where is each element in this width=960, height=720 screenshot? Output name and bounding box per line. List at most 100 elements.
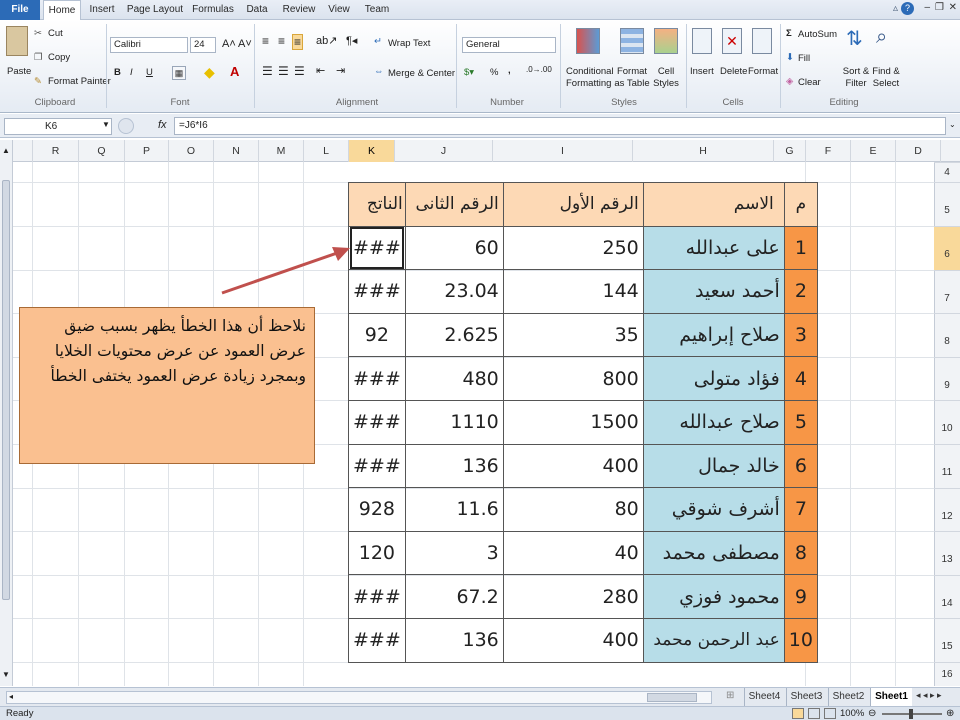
orientation-icon[interactable]: ab↗ [316,34,337,47]
first-number-cell[interactable]: 35 [502,312,644,358]
row-header-14[interactable]: 14 [934,575,960,618]
align-center-icon[interactable]: ☰ [278,64,289,78]
tab-review[interactable]: Review [280,0,318,20]
decrease-indent-icon[interactable]: ⇤ [316,64,325,77]
increase-indent-icon[interactable]: ⇥ [336,64,345,77]
font-size-select[interactable]: 24 [190,37,216,53]
second-number-cell[interactable]: 67.2 [404,574,504,619]
expand-formula-bar-icon[interactable]: ⌄ [949,120,956,129]
row-header-12[interactable]: 12 [934,488,960,531]
minimize-ribbon-icon[interactable]: ▵ [893,3,898,14]
column-header-g[interactable]: G [773,140,805,162]
tab-view[interactable]: View [324,0,354,20]
tab-team[interactable]: Team [362,0,392,20]
cell-styles-button[interactable]: Cell Styles [650,66,682,90]
borders-icon[interactable]: ▦ [172,66,186,80]
sort-filter-button[interactable]: Sort & Filter [840,66,872,90]
fill-color-icon[interactable]: ◆ [204,64,215,81]
header-second-number[interactable]: الرقم الثانى [404,182,504,227]
insert-function-button[interactable]: fx [158,119,167,131]
align-right-icon[interactable]: ☰ [294,64,305,78]
second-number-cell[interactable]: 480 [404,356,504,401]
row-header-5[interactable]: 5 [934,182,960,226]
second-number-cell[interactable]: 136 [404,617,504,663]
format-cells-button[interactable]: Format [748,66,778,77]
page-break-view-icon[interactable] [824,708,836,719]
column-header-k[interactable]: K [348,140,394,162]
clear-button[interactable]: Clear [798,77,821,88]
name-cell[interactable]: صلاح عبدالله [642,399,785,445]
sheet-tab-sheet3[interactable]: Sheet3 [786,688,826,706]
index-cell[interactable]: 2 [783,269,818,314]
index-cell[interactable]: 8 [783,530,818,576]
column-header-h[interactable]: H [632,140,773,162]
conditional-formatting-button[interactable]: Conditional Formatting [566,66,614,90]
tab-insert[interactable]: Insert [84,0,120,20]
column-header-j[interactable]: J [394,140,492,162]
row-header-13[interactable]: 13 [934,531,960,575]
format-painter-button[interactable]: Format Painter [48,76,111,87]
second-number-cell[interactable]: 136 [404,443,504,489]
zoom-level[interactable]: 100% [840,707,864,720]
first-number-cell[interactable]: 1500 [502,399,644,445]
result-cell[interactable]: 928 [348,487,406,532]
result-cell[interactable]: ### [348,574,406,619]
column-header-q[interactable]: Q [78,140,124,162]
row-header-15[interactable]: 15 [934,618,960,662]
tab-home[interactable]: Home [43,0,81,21]
underline-button[interactable]: U [146,67,153,78]
name-cell[interactable]: مصطفى محمد [642,530,785,576]
name-cell[interactable]: محمود فوزي [642,574,785,619]
sheet-tab-sheet2[interactable]: Sheet2 [828,688,868,706]
second-number-cell[interactable]: 3 [404,530,504,576]
first-number-cell[interactable]: 250 [502,225,644,271]
column-header-f[interactable]: F [805,140,850,162]
format-as-table-button[interactable]: Format as Table [612,66,652,90]
index-cell[interactable]: 10 [783,617,818,663]
paste-icon[interactable] [6,26,28,56]
zoom-out-icon[interactable]: ⊖ [868,707,876,720]
name-cell[interactable]: أشرف شوقي [642,487,785,532]
result-cell[interactable]: 92 [348,312,406,358]
window-restore-icon[interactable]: ❐ [935,2,944,13]
name-cell[interactable]: خالد جمال [642,443,785,489]
name-box-dropdown-icon[interactable]: ▼ [102,120,110,129]
row-header-6[interactable]: 6 [934,226,960,270]
tab-page-layout[interactable]: Page Layout [126,0,184,20]
column-header-o[interactable]: O [168,140,213,162]
row-header-16[interactable]: 16 [934,662,960,686]
sheet-tab-sheet1[interactable]: Sheet1 [870,688,912,706]
find-select-button[interactable]: Find & Select [870,66,902,90]
callout-textbox[interactable]: نلاحظ أن هذا الخطأ يظهر بسبب ضيق عرض الع… [19,307,315,464]
horizontal-scrollbar[interactable]: ◂ [6,691,712,704]
header-index[interactable]: م [783,182,818,227]
wrap-text-button[interactable]: Wrap Text [388,38,430,49]
first-number-cell[interactable]: 400 [502,443,644,489]
name-cell[interactable]: فؤاد متولى [642,356,785,401]
header-first-number[interactable]: الرقم الأول [502,182,644,227]
row-header-4[interactable]: 4 [934,162,960,182]
column-header-r[interactable]: R [32,140,78,162]
window-close-icon[interactable]: ✕ [949,2,957,13]
header-name[interactable]: الاسم [642,182,785,227]
scroll-up-icon[interactable]: ▲ [2,146,10,155]
zoom-slider-thumb[interactable] [909,709,913,719]
fill-button[interactable]: Fill [798,53,810,64]
scroll-left-icon[interactable]: ◂ [9,692,13,701]
second-number-cell[interactable]: 11.6 [404,487,504,532]
index-cell[interactable]: 3 [783,312,818,358]
tab-data[interactable]: Data [242,0,272,20]
index-cell[interactable]: 4 [783,356,818,401]
tab-formulas[interactable]: Formulas [190,0,236,20]
currency-format-icon[interactable]: $▾ [464,67,474,78]
first-number-cell[interactable]: 40 [502,530,644,576]
first-number-cell[interactable]: 400 [502,617,644,663]
autosum-button[interactable]: AutoSum [798,29,837,40]
align-bottom-icon[interactable]: ≡ [292,34,304,50]
column-header-i[interactable]: I [492,140,632,162]
row-header-11[interactable]: 11 [934,444,960,488]
column-header-n[interactable]: N [213,140,258,162]
row-header-7[interactable]: 7 [934,270,960,313]
column-header-p[interactable]: P [124,140,168,162]
result-cell[interactable]: ### [348,356,406,401]
